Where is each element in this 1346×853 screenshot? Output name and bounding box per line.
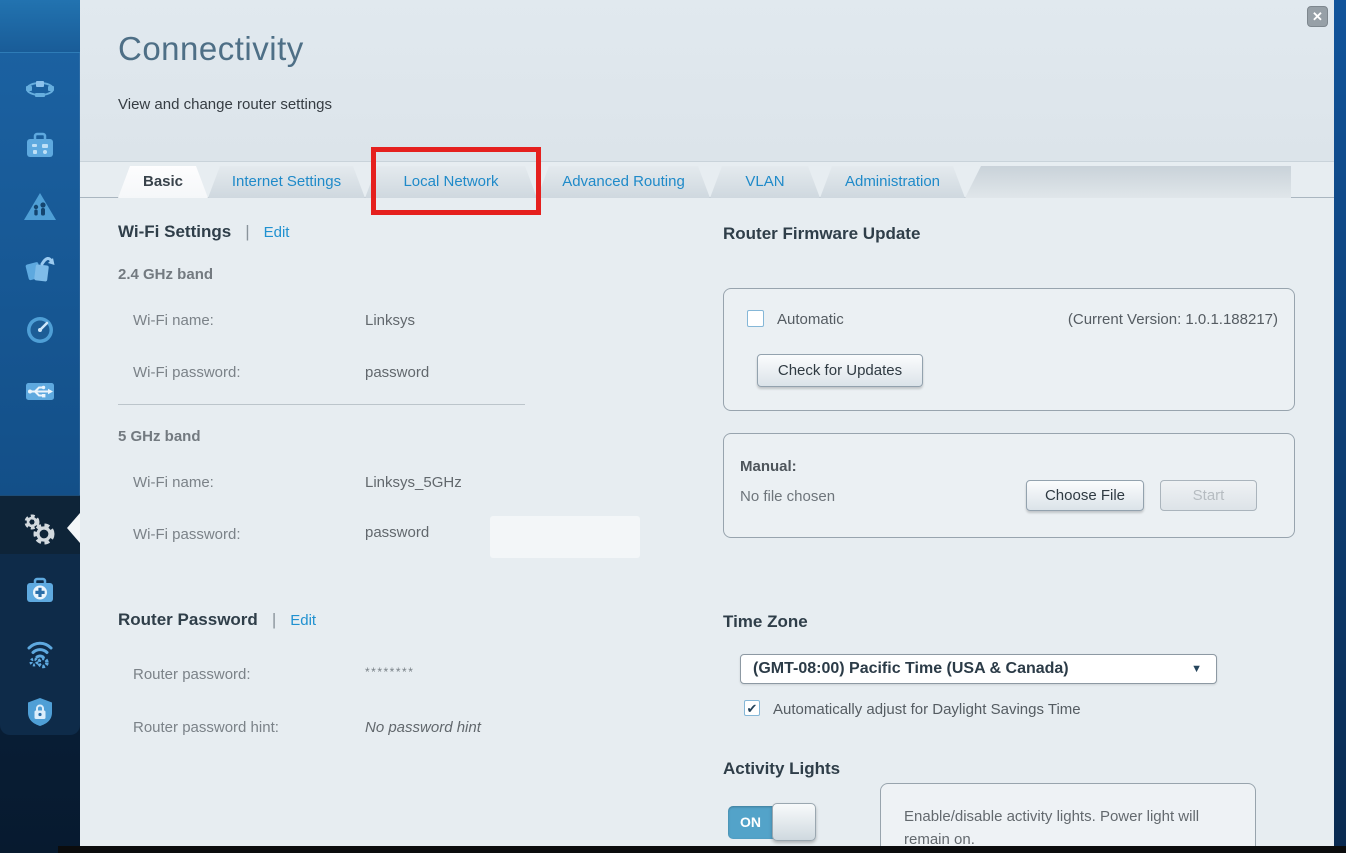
tooltip-text: Enable/disable activity lights. Power li… [904,805,1219,852]
router-password-hint-value: No password hint [365,719,481,736]
wifi-name-label: Wi-Fi name: [133,312,214,329]
wifi-name-5g-label: Wi-Fi name: [133,474,214,491]
router-password-label: Router password: [133,666,251,683]
sidebar-item-media-prioritization[interactable] [22,250,58,286]
connectivity-gears-icon [18,539,62,556]
router-password-heading-row: Router Password | Edit [118,610,316,630]
tab-internet-settings[interactable]: Internet Settings [208,166,365,198]
external-storage-icon [22,396,58,413]
tab-basic[interactable]: Basic [118,166,208,198]
wifi-password-5g-value: password [365,524,429,541]
page-header-band [80,0,1334,162]
manual-label: Manual: [740,458,797,475]
tab-vlan[interactable]: VLAN [710,166,820,198]
activity-lights-toggle[interactable]: ON [728,806,814,839]
choose-file-button[interactable]: Choose File [1026,480,1144,511]
start-button[interactable]: Start [1160,480,1257,511]
time-zone-select[interactable]: (GMT-08:00) Pacific Time (USA & Canada) … [740,654,1217,684]
time-zone-heading: Time Zone [723,612,808,632]
media-prioritization-icon [22,273,58,290]
sidebar-item-wireless[interactable] [22,633,58,669]
check-for-updates-button[interactable]: Check for Updates [757,354,923,387]
network-map-icon [22,91,58,108]
page-title: Connectivity [118,30,304,68]
band-divider [118,404,525,405]
heading-separator: | [245,222,249,242]
wifi-settings-heading: Wi-Fi Settings [118,222,231,242]
tab-local-network[interactable]: Local Network [365,166,537,198]
dst-checkbox[interactable]: ✔ [744,700,760,716]
current-version-text: (Current Version: 1.0.1.188217) [1046,311,1278,328]
wireless-icon [22,656,58,673]
router-password-value: ******** [365,665,414,679]
sidebar-item-external-storage[interactable] [22,373,58,409]
toggle-knob[interactable] [772,803,816,841]
wifi-password-5g-label: Wi-Fi password: [133,526,241,543]
sidebar-item-parental-controls[interactable] [22,189,58,225]
wifi-settings-heading-row: Wi-Fi Settings | Edit [118,222,289,242]
sidebar-item-speed-test[interactable] [22,311,58,347]
firmware-update-heading: Router Firmware Update [723,224,920,244]
active-item-arrow-icon [67,513,80,543]
wifi-password-label: Wi-Fi password: [133,364,241,381]
band-5ghz-heading: 5 GHz band [118,428,201,445]
wifi-password-value: password [365,364,429,381]
troubleshooting-icon [22,595,58,612]
chevron-down-icon: ▼ [1191,663,1216,675]
time-zone-selected-option: (GMT-08:00) Pacific Time (USA & Canada) [741,660,1191,678]
window-right-edge [1334,0,1346,853]
wifi-edit-link[interactable]: Edit [264,224,290,241]
toggle-on-label: ON [740,814,761,830]
firmware-auto-panel [723,288,1295,411]
automatic-checkbox[interactable] [747,310,764,327]
sidebar-logo-area [0,0,80,53]
speed-test-icon [22,334,58,351]
sidebar-item-network-map[interactable] [22,68,58,104]
dst-label: Automatically adjust for Daylight Saving… [773,701,1081,718]
guest-access-icon [22,151,58,168]
wifi-name-value: Linksys [365,312,415,329]
sidebar-item-security[interactable] [22,694,58,730]
wifi-name-5g-value: Linksys_5GHz [365,474,462,491]
close-icon[interactable]: ✕ [1307,6,1328,27]
router-admin-window: Connectivity View and change router sett… [0,0,1346,853]
router-password-hint-label: Router password hint: [133,719,279,736]
file-status-text: No file chosen [740,488,835,505]
tab-advanced-routing[interactable]: Advanced Routing [537,166,710,198]
parental-controls-icon [22,212,58,229]
router-password-edit-link[interactable]: Edit [290,612,316,629]
page-subtitle: View and change router settings [118,96,332,113]
tabstrip-filler [965,166,1291,198]
automatic-label: Automatic [777,311,844,328]
security-shield-icon [22,717,58,734]
sidebar-item-troubleshooting[interactable] [22,572,58,608]
activity-lights-heading: Activity Lights [723,759,840,779]
heading-separator: | [272,610,276,630]
activity-lights-tooltip: Enable/disable activity lights. Power li… [880,783,1256,853]
sidebar-item-connectivity[interactable] [18,508,62,552]
tab-administration[interactable]: Administration [820,166,965,198]
sidebar-item-guest-access[interactable] [22,128,58,164]
field-highlight [490,516,640,558]
band-24ghz-heading: 2.4 GHz band [118,266,213,283]
window-bottom-bar [58,846,1346,853]
router-password-heading: Router Password [118,610,258,630]
